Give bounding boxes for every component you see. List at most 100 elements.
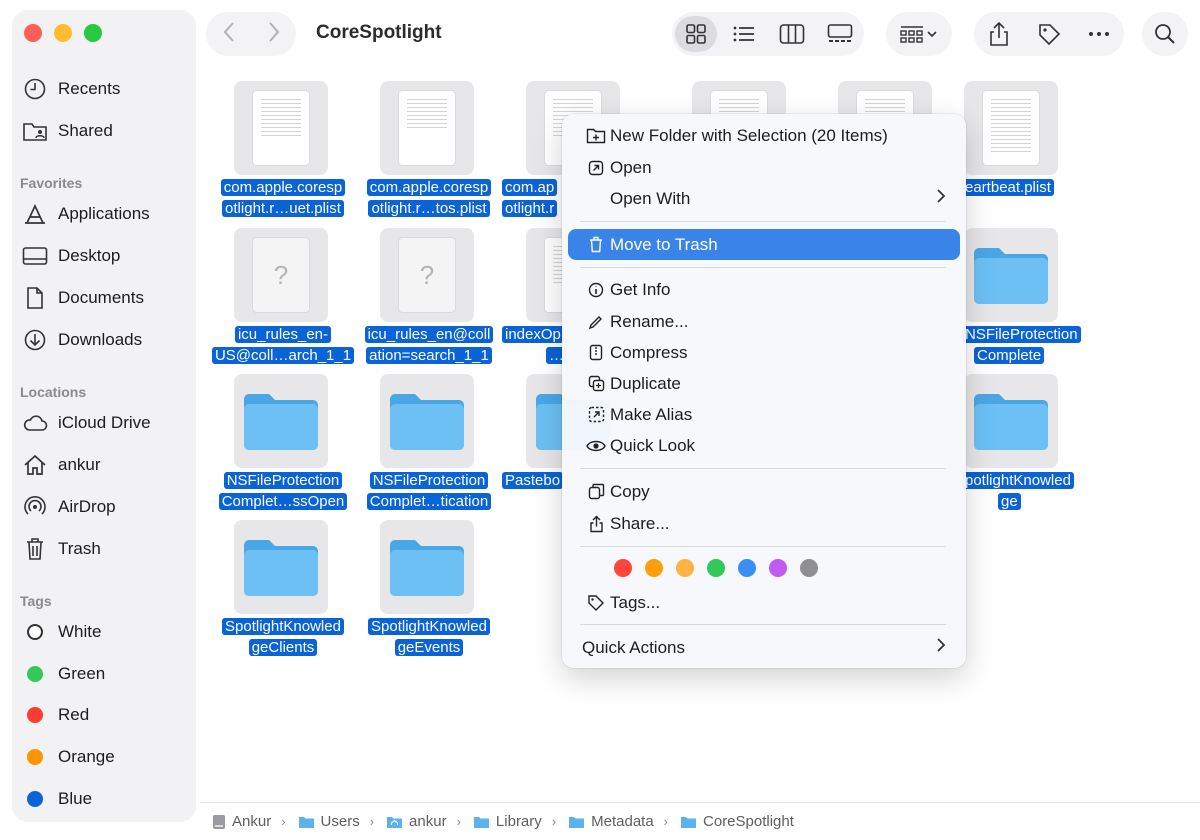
- file-name-line: com.apple.coresp: [220, 179, 346, 196]
- menu-item-quick-look[interactable]: Quick Look: [568, 430, 960, 461]
- menu-item-label: Share...: [610, 513, 670, 533]
- tag-color-yellow[interactable]: [676, 559, 694, 577]
- search-button[interactable]: [1142, 12, 1188, 56]
- sidebar-item-downloads[interactable]: Downloads: [22, 324, 142, 356]
- tag-color-red[interactable]: [614, 559, 632, 577]
- file-thumbnail: ?: [234, 228, 328, 322]
- menu-item-compress[interactable]: Compress: [568, 337, 960, 368]
- menu-item-get-info[interactable]: Get Info: [568, 274, 960, 305]
- unknown-file-icon: ?: [399, 238, 455, 312]
- duplicate-icon: [582, 375, 610, 392]
- sidebar-item-label: Shared: [58, 121, 113, 140]
- sidebar-tag-white[interactable]: White: [22, 616, 101, 648]
- open-icon: [582, 160, 610, 176]
- file-name-line: geClients: [248, 639, 318, 656]
- cloud-icon: [22, 410, 48, 436]
- tag-color-orange[interactable]: [645, 559, 663, 577]
- tag-button[interactable]: [1028, 16, 1070, 52]
- menu-item-move-to-trash[interactable]: Move to Trash: [568, 229, 960, 260]
- sidebar-tag-blue[interactable]: Blue: [22, 783, 92, 815]
- file-name-line: SpotlightKnowled: [222, 618, 344, 635]
- forward-button[interactable]: [267, 21, 281, 48]
- sidebar-item-icloud-drive[interactable]: iCloud Drive: [22, 407, 151, 439]
- menu-item-rename[interactable]: Rename...: [568, 306, 960, 337]
- sidebar-item-label: Applications: [58, 204, 150, 223]
- tag-color-green[interactable]: [707, 559, 725, 577]
- sidebar-tag-orange[interactable]: Orange: [22, 741, 115, 773]
- folder-icon: [568, 815, 585, 829]
- sidebar-item-applications[interactable]: Applications: [22, 198, 150, 230]
- close-window-button[interactable]: [24, 24, 42, 42]
- folder-icon: [680, 815, 697, 829]
- sidebar-item-label: White: [58, 622, 102, 641]
- back-button[interactable]: [222, 21, 236, 48]
- path-separator-icon: ›: [663, 814, 669, 829]
- minimize-window-button[interactable]: [54, 24, 72, 42]
- menu-item-quick-actions[interactable]: Quick Actions: [568, 632, 960, 663]
- menu-item-tags[interactable]: Tags...: [568, 587, 960, 618]
- menu-item-label: Duplicate: [610, 373, 681, 393]
- path-crumb-users[interactable]: Users ›: [298, 813, 374, 830]
- trash-icon: [582, 236, 610, 253]
- file-name-line: eartbeat.plist: [962, 179, 1054, 196]
- menu-item-copy[interactable]: Copy: [568, 476, 960, 507]
- file-name-line: com.ap: [502, 179, 558, 196]
- sidebar-item-recents[interactable]: Recents: [22, 73, 120, 105]
- sidebar-item-shared[interactable]: Shared: [22, 115, 113, 147]
- sidebar-item-desktop[interactable]: Desktop: [22, 240, 120, 272]
- path-crumb-corespotlight[interactable]: CoreSpotlight: [680, 813, 794, 830]
- info-icon: [582, 282, 610, 298]
- menu-item-label: Rename...: [610, 311, 689, 331]
- archive-icon: [582, 344, 610, 361]
- path-crumb-home[interactable]: ankur ›: [386, 813, 461, 830]
- tag-color-purple[interactable]: [769, 559, 787, 577]
- menu-item-duplicate[interactable]: Duplicate: [568, 368, 960, 399]
- path-crumb-metadata[interactable]: Metadata ›: [568, 813, 668, 830]
- sidebar-item-trash[interactable]: Trash: [22, 533, 101, 565]
- menu-item-make-alias[interactable]: Make Alias: [568, 399, 960, 430]
- menu-item-label: Copy: [610, 481, 650, 501]
- sidebar-tag-red[interactable]: Red: [22, 699, 89, 731]
- path-crumb-label: ankur: [409, 813, 447, 830]
- sidebar-tag-green[interactable]: Green: [22, 658, 105, 690]
- file-name-line: SpotlightKnowled: [368, 618, 490, 635]
- sidebar-item-label: Trash: [58, 539, 101, 558]
- list-view-button[interactable]: [723, 16, 765, 52]
- file-thumbnail: [380, 81, 474, 175]
- gallery-view-button[interactable]: [819, 16, 861, 52]
- sidebar-item-label: Documents: [58, 288, 144, 307]
- file-name-line: Complete: [974, 347, 1045, 364]
- path-crumb-disk[interactable]: Ankur ›: [212, 813, 286, 830]
- zoom-window-button[interactable]: [84, 24, 102, 42]
- tag-color-blue[interactable]: [738, 559, 756, 577]
- menu-item-new-folder-with-selection[interactable]: New Folder with Selection (20 Items): [568, 120, 960, 151]
- shared-folder-icon: [22, 118, 48, 144]
- tag-color-gray[interactable]: [800, 559, 818, 577]
- sidebar-item-documents[interactable]: Documents: [22, 282, 144, 314]
- file-name-line: Pastebo: [502, 472, 564, 489]
- file-name-line: icu_rules_en@coll: [364, 326, 494, 343]
- path-crumb-library[interactable]: Library ›: [473, 813, 556, 830]
- file-name-line: otlight.r…uet.plist: [222, 200, 344, 217]
- column-view-button[interactable]: [771, 16, 813, 52]
- menu-item-label: Make Alias: [610, 404, 693, 424]
- applications-icon: [22, 201, 48, 227]
- airdrop-icon: [22, 494, 48, 520]
- sidebar-item-home[interactable]: ankur: [22, 449, 101, 481]
- menu-item-open-with[interactable]: Open With: [568, 183, 960, 214]
- group-by-button[interactable]: [886, 12, 952, 56]
- share-icon: [990, 21, 1008, 46]
- tag-dot-icon: [22, 661, 48, 687]
- gallery-view-icon: [827, 24, 853, 42]
- file-thumbnail: [380, 520, 474, 614]
- share-button[interactable]: [978, 16, 1020, 52]
- sidebar-item-label: Blue: [58, 789, 93, 808]
- file-name-line: indexOp: [502, 326, 564, 343]
- sidebar-item-label: Red: [58, 705, 90, 724]
- menu-separator: [580, 624, 946, 625]
- menu-item-share[interactable]: Share...: [568, 508, 960, 539]
- grid-view-button[interactable]: [675, 16, 717, 52]
- sidebar-item-airdrop[interactable]: AirDrop: [22, 491, 116, 523]
- more-button[interactable]: [1078, 16, 1120, 52]
- menu-item-open[interactable]: Open: [568, 152, 960, 183]
